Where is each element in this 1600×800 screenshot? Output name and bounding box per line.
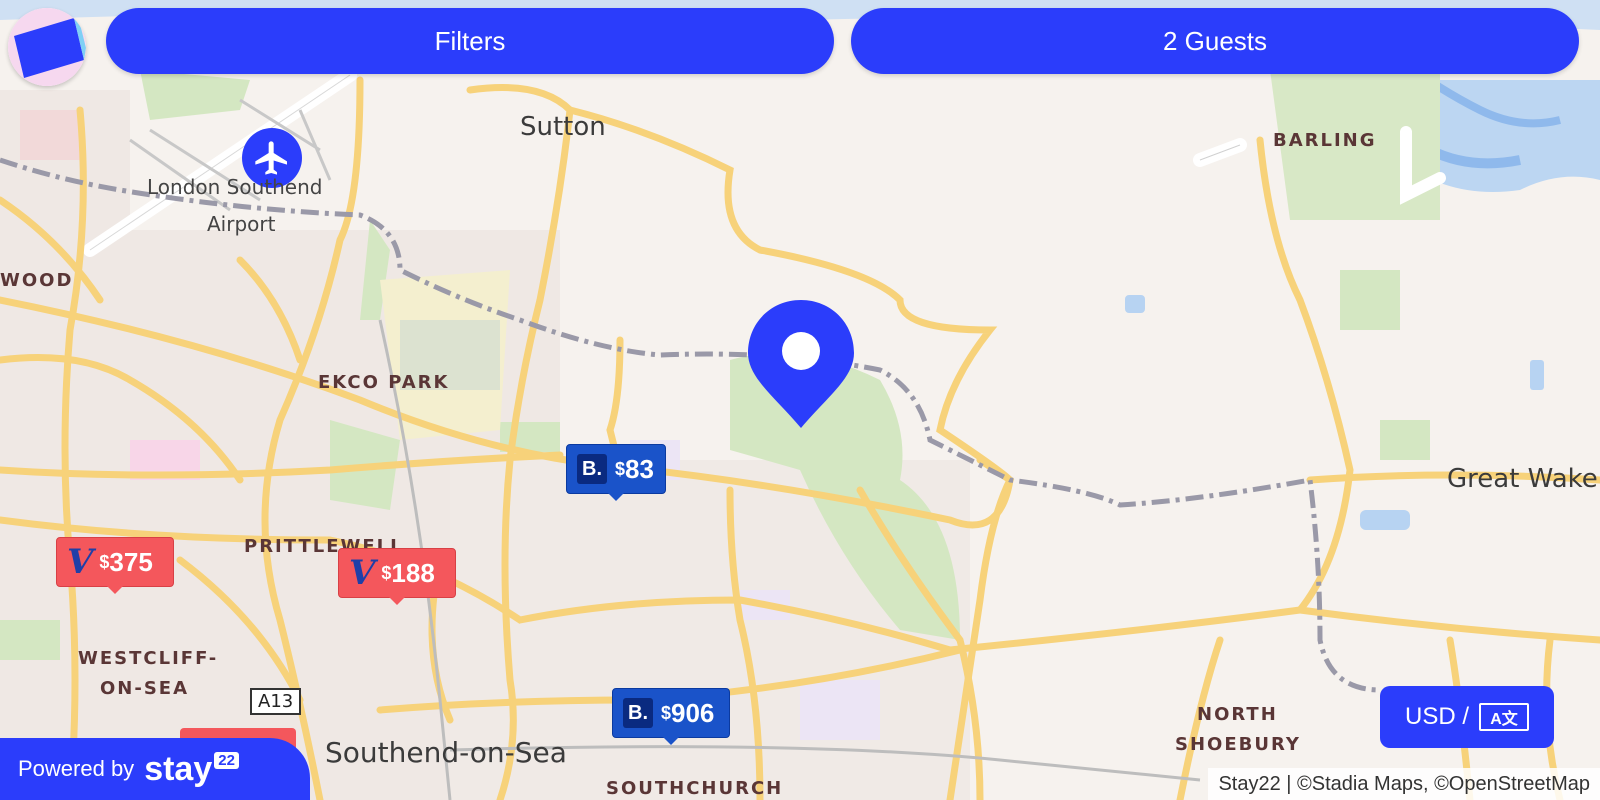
listing-currency: $: [661, 702, 672, 723]
place-label-westcliff-line2: ON-SEA: [100, 678, 190, 699]
place-label-north-line2: SHOEBURY: [1175, 734, 1301, 755]
booking-logo-icon: B.: [577, 454, 607, 484]
listing-currency: $: [99, 551, 110, 572]
map-attribution[interactable]: Stay22 | ©Stadia Maps, ©OpenStreetMap: [1208, 768, 1600, 800]
brand-logo-icon[interactable]: [8, 8, 86, 86]
vrbo-logo-icon: V: [67, 542, 94, 582]
listing-price: 906: [671, 697, 715, 728]
location-pin-icon[interactable]: [746, 298, 856, 430]
filters-button[interactable]: Filters: [106, 8, 834, 74]
place-label-sutton: Sutton: [520, 112, 606, 142]
listing-currency: $: [615, 458, 626, 479]
currency-label: USD /: [1404, 703, 1469, 730]
translate-icon: A文: [1479, 703, 1529, 731]
powered-by-text: Powered by: [18, 756, 135, 781]
listing-marker[interactable]: V $ 375: [56, 537, 174, 594]
stay22-badge: 22: [214, 751, 239, 769]
place-label-great-wake: Great Wake: [1447, 464, 1598, 494]
road-shield-a13: A13: [250, 688, 302, 715]
listing-price: 188: [391, 557, 435, 588]
place-label-airport-line2: Airport: [207, 212, 276, 236]
booking-logo-icon: B.: [623, 698, 653, 728]
place-label-barling: BARLING: [1273, 130, 1377, 151]
place-label-airport-line1: London Southend: [147, 175, 323, 199]
place-label-wood: WOOD: [0, 270, 74, 291]
place-label-north-line1: NORTH: [1197, 704, 1278, 725]
listing-marker[interactable]: B. $ 906: [612, 688, 730, 745]
vrbo-logo-icon: V: [349, 553, 376, 593]
stay22-brand: stay: [144, 749, 213, 788]
place-label-southchurch: SOUTHCHURCH: [606, 778, 784, 799]
listing-currency: $: [381, 562, 392, 583]
listing-marker[interactable]: V $ 188: [338, 548, 456, 605]
place-label-southend: Southend-on-Sea: [325, 736, 567, 769]
listing-price: 83: [625, 453, 654, 484]
place-label-westcliff-line1: WESTCLIFF-: [78, 648, 219, 669]
currency-language-button[interactable]: USD / A文: [1380, 686, 1554, 748]
listing-price: 375: [109, 546, 153, 577]
place-label-ekco-park: EKCO PARK: [318, 372, 450, 393]
guests-button[interactable]: 2 Guests: [851, 8, 1579, 74]
listing-marker[interactable]: B. $ 83: [566, 444, 666, 501]
powered-by-banner[interactable]: Powered by stay 22: [0, 738, 310, 800]
